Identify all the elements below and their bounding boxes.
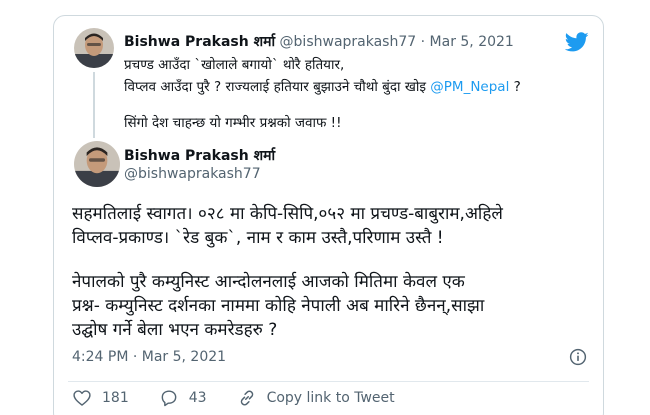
thread-line bbox=[93, 72, 95, 138]
main-avatar[interactable] bbox=[74, 141, 120, 187]
like-count: 181 bbox=[102, 390, 129, 406]
actions-divider bbox=[68, 381, 589, 382]
parent-text-line-3: सिंगो देश चाहन्छ यो गम्भीर प्रश्नको जवाफ… bbox=[124, 115, 342, 131]
parent-text-line-2-end: ? bbox=[509, 79, 521, 95]
parent-date[interactable]: Mar 5, 2021 bbox=[430, 34, 514, 50]
twitter-bird-icon[interactable] bbox=[564, 30, 589, 54]
reply-icon bbox=[161, 390, 177, 407]
tweet-actions: 181 43 Copy link to Tweet bbox=[72, 388, 425, 408]
copy-link-button[interactable]: Copy link to Tweet bbox=[237, 388, 395, 408]
parent-text-line-2-body: विप्लव आउँदा पुरै ? राज्यलाई हतियार बुझा… bbox=[124, 79, 431, 95]
parent-text-line-1: प्रचण्ड आउँदा `खोलाले बगायो` थोरै हतियार… bbox=[124, 57, 345, 73]
main-text-line-1: सहमतिलाई स्वागत। ०२८ मा केपि-सिपि,०५२ मा… bbox=[72, 204, 503, 224]
tweet-timestamp[interactable]: 4:24 PM · Mar 5, 2021 bbox=[72, 349, 226, 365]
heart-icon bbox=[73, 390, 91, 406]
header-separator: · bbox=[420, 34, 426, 50]
parent-avatar[interactable] bbox=[74, 28, 114, 68]
reply-count: 43 bbox=[188, 390, 207, 406]
parent-author-name[interactable]: Bishwa Prakash शर्मा bbox=[124, 34, 275, 50]
parent-author-handle[interactable]: @bishwaprakash77 bbox=[280, 34, 417, 50]
reply-button[interactable]: 43 bbox=[159, 388, 207, 408]
main-text-line-4: प्रश्न- कम्युनिस्ट दर्शनका नाममा कोहि ने… bbox=[72, 296, 485, 316]
parent-text-spacer bbox=[124, 98, 584, 112]
main-text-line-3: नेपालको पुरै कम्युनिस्ट आन्दोलनलाई आजको … bbox=[72, 272, 465, 292]
mention-link[interactable]: @PM_Nepal bbox=[430, 79, 509, 95]
parent-text-line-2: विप्लव आउँदा पुरै ? राज्यलाई हतियार बुझा… bbox=[124, 76, 584, 98]
link-icon bbox=[240, 390, 253, 406]
embedded-tweet-card: Bishwa Prakash शर्मा @bishwaprakash77 · … bbox=[53, 15, 604, 415]
main-tweet-text: सहमतिलाई स्वागत। ०२८ मा केपि-सिपि,०५२ मा… bbox=[72, 202, 597, 342]
main-text-line-5: उद्घोष गर्ने बेला भएन कमरेडहरु ? bbox=[72, 320, 278, 340]
copy-link-label: Copy link to Tweet bbox=[266, 390, 395, 406]
info-icon[interactable] bbox=[569, 348, 587, 366]
like-button[interactable]: 181 bbox=[72, 388, 129, 408]
parent-tweet-text: प्रचण्ड आउँदा `खोलाले बगायो` थोरै हतियार… bbox=[124, 54, 584, 134]
main-text-line-2: विप्लव-प्रकाण्ड। `रेड बुक`, नाम र काम उस… bbox=[72, 228, 444, 248]
main-author-name[interactable]: Bishwa Prakash शर्मा bbox=[124, 146, 275, 165]
main-author-handle[interactable]: @bishwaprakash77 bbox=[124, 166, 261, 182]
parent-header: Bishwa Prakash शर्मा @bishwaprakash77 · … bbox=[124, 32, 514, 51]
